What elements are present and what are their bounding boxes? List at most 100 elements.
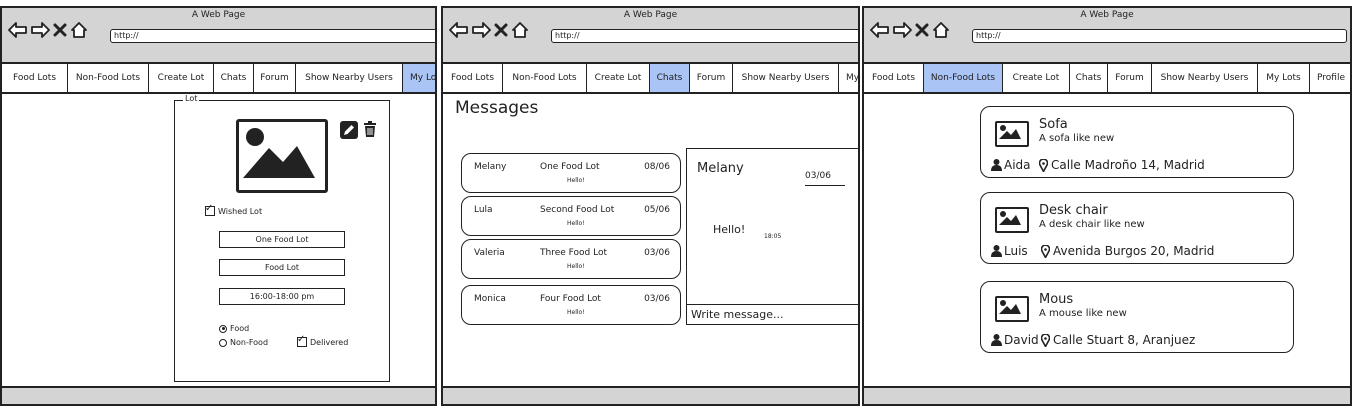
back-arrow-icon[interactable] [449, 22, 469, 38]
tab-my-lots[interactable]: My Lots [839, 64, 858, 92]
stop-x-icon[interactable] [52, 22, 68, 38]
wished-lot-checkbox[interactable]: Wished Lot [205, 203, 262, 216]
conversation-lot: Three Food Lot [540, 248, 607, 258]
delivered-checkbox[interactable]: Delivered [297, 334, 348, 347]
trash-icon[interactable] [363, 121, 377, 137]
chat-panel: Melany 03/06 Hello! 18:05 Write message.… [686, 148, 858, 325]
title-bar: A Web Page http:// [2, 8, 435, 64]
forward-arrow-icon[interactable] [30, 22, 50, 38]
radio-food-label: Food [230, 324, 250, 333]
tab-chats[interactable]: Chats [1070, 64, 1108, 92]
window-title: A Web Page [191, 10, 246, 20]
lot-image-icon [995, 296, 1029, 322]
lot-owner: David [991, 333, 1039, 347]
user-icon [991, 334, 1002, 346]
conversation-item[interactable]: Monica Four Food Lot 03/06 Hello! [461, 285, 681, 325]
tab-chats[interactable]: Chats [650, 64, 690, 92]
back-arrow-icon[interactable] [870, 22, 890, 38]
tab-food-lots[interactable]: Food Lots [2, 64, 68, 92]
tab-create-lot[interactable]: Create Lot [587, 64, 650, 92]
tab-create-lot[interactable]: Create Lot [1003, 64, 1070, 92]
lot-group-box: Lot Wished Lot One Food Lot Food Lot 16:… [174, 94, 390, 382]
radio-selected-icon [219, 324, 227, 333]
tab-forum[interactable]: Forum [1108, 64, 1152, 92]
radio-food[interactable]: Food [219, 324, 249, 333]
window-title: A Web Page [623, 10, 678, 20]
home-icon[interactable] [932, 22, 950, 38]
tab-my-lots[interactable]: My Lots [403, 64, 435, 92]
conversation-preview: Hello! [567, 263, 585, 270]
nav-menu: Food Lots Non-Food Lots Create Lot Chats… [864, 64, 1350, 94]
tab-food-lots[interactable]: Food Lots [443, 64, 503, 92]
title-bar: A Web Page http:// [864, 8, 1350, 64]
tab-forum[interactable]: Forum [690, 64, 733, 92]
lot-card[interactable]: Desk chair A desk chair like new Luis Av… [980, 192, 1294, 264]
lot-owner-name: David [1004, 333, 1039, 347]
conversation-lot: Second Food Lot [540, 205, 615, 215]
forward-arrow-icon[interactable] [892, 22, 912, 38]
write-message-input[interactable]: Write message... [687, 304, 858, 324]
status-bar [443, 386, 858, 404]
checkbox-checked-icon [205, 203, 215, 216]
lot-name-field[interactable]: One Food Lot [219, 231, 345, 248]
tab-non-food-lots[interactable]: Non-Food Lots [68, 64, 149, 92]
conversation-date: 05/06 [644, 205, 670, 215]
lot-address: Calle Stuart 8, Aranjuez [1041, 333, 1195, 347]
lot-address: Avenida Burgos 20, Madrid [1041, 244, 1214, 258]
lot-owner-name: Aida [1004, 158, 1031, 172]
browser-window-my-lots: A Web Page http:// Food Lots Non-Food Lo… [0, 6, 437, 406]
lot-title: Mous [1039, 292, 1074, 307]
chat-date: 03/06 [805, 171, 831, 181]
lot-owner-name: Luis [1004, 244, 1028, 258]
lot-title: Desk chair [1039, 203, 1108, 218]
tab-show-nearby-users[interactable]: Show Nearby Users [1152, 64, 1258, 92]
lot-type-field[interactable]: Food Lot [219, 259, 345, 276]
radio-non-food[interactable]: Non-Food [219, 338, 268, 347]
tab-forum[interactable]: Forum [254, 64, 296, 92]
home-icon[interactable] [70, 22, 88, 38]
user-icon [991, 245, 1002, 257]
conversation-item[interactable]: Valeria Three Food Lot 03/06 Hello! [461, 239, 681, 279]
conversation-item[interactable]: Lula Second Food Lot 05/06 Hello! [461, 196, 681, 236]
messages-title: Messages [455, 98, 539, 118]
lot-card[interactable]: Sofa A sofa like new Aida Calle Madroño … [980, 106, 1294, 178]
lot-image-icon [995, 207, 1029, 233]
lot-address: Calle Madroño 14, Madrid [1039, 158, 1205, 172]
location-pin-icon [1041, 333, 1050, 347]
conversation-preview: Hello! [567, 177, 585, 184]
lot-time-field[interactable]: 16:00-18:00 pm [219, 288, 345, 305]
lot-group-label: Lot [183, 94, 200, 103]
tab-profile[interactable]: Profile [1310, 64, 1350, 92]
url-bar[interactable]: http:// [551, 29, 858, 43]
stop-x-icon[interactable] [493, 22, 509, 38]
conversation-date: 03/06 [644, 294, 670, 304]
forward-arrow-icon[interactable] [471, 22, 491, 38]
lot-description: A desk chair like new [1039, 219, 1145, 230]
lot-card[interactable]: Mous A mouse like new David Calle Stuart… [980, 281, 1294, 353]
chat-message-text: Hello! [713, 223, 746, 236]
conversation-name: Melany [474, 162, 507, 172]
chat-date-divider [805, 185, 845, 186]
lot-description: A sofa like new [1039, 133, 1115, 144]
checkbox-checked-icon [297, 334, 307, 347]
conversation-item[interactable]: Melany One Food Lot 08/06 Hello! [461, 153, 681, 193]
tab-food-lots[interactable]: Food Lots [864, 64, 924, 92]
radio-non-food-label: Non-Food [230, 338, 269, 347]
tab-show-nearby-users[interactable]: Show Nearby Users [296, 64, 403, 92]
tab-non-food-lots[interactable]: Non-Food Lots [924, 64, 1003, 92]
stop-x-icon[interactable] [914, 22, 930, 38]
tab-chats[interactable]: Chats [214, 64, 254, 92]
tab-show-nearby-users[interactable]: Show Nearby Users [733, 64, 839, 92]
url-bar[interactable]: http:// [972, 29, 1347, 43]
tab-non-food-lots[interactable]: Non-Food Lots [503, 64, 587, 92]
tab-create-lot[interactable]: Create Lot [149, 64, 214, 92]
url-bar[interactable]: http:// [110, 29, 435, 43]
edit-pencil-icon[interactable] [340, 121, 358, 139]
tab-my-lots[interactable]: My Lots [1258, 64, 1310, 92]
conversation-preview: Hello! [567, 309, 585, 316]
conversation-lot: One Food Lot [540, 162, 600, 172]
back-arrow-icon[interactable] [8, 22, 28, 38]
location-pin-icon [1041, 244, 1050, 258]
home-icon[interactable] [511, 22, 529, 38]
user-icon [991, 159, 1002, 171]
